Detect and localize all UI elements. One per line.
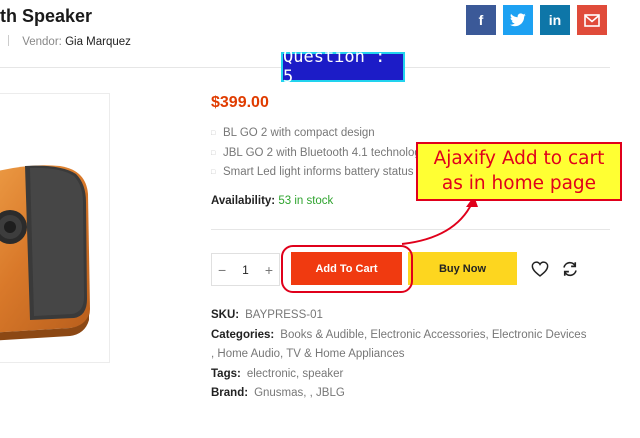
callout-line: as in home page: [441, 173, 597, 194]
annotation-callout: Ajaxify Add to cart as in home page: [416, 142, 622, 201]
callout-line: Ajaxify Add to cart: [433, 148, 605, 169]
annotation-arrow: [401, 196, 478, 245]
